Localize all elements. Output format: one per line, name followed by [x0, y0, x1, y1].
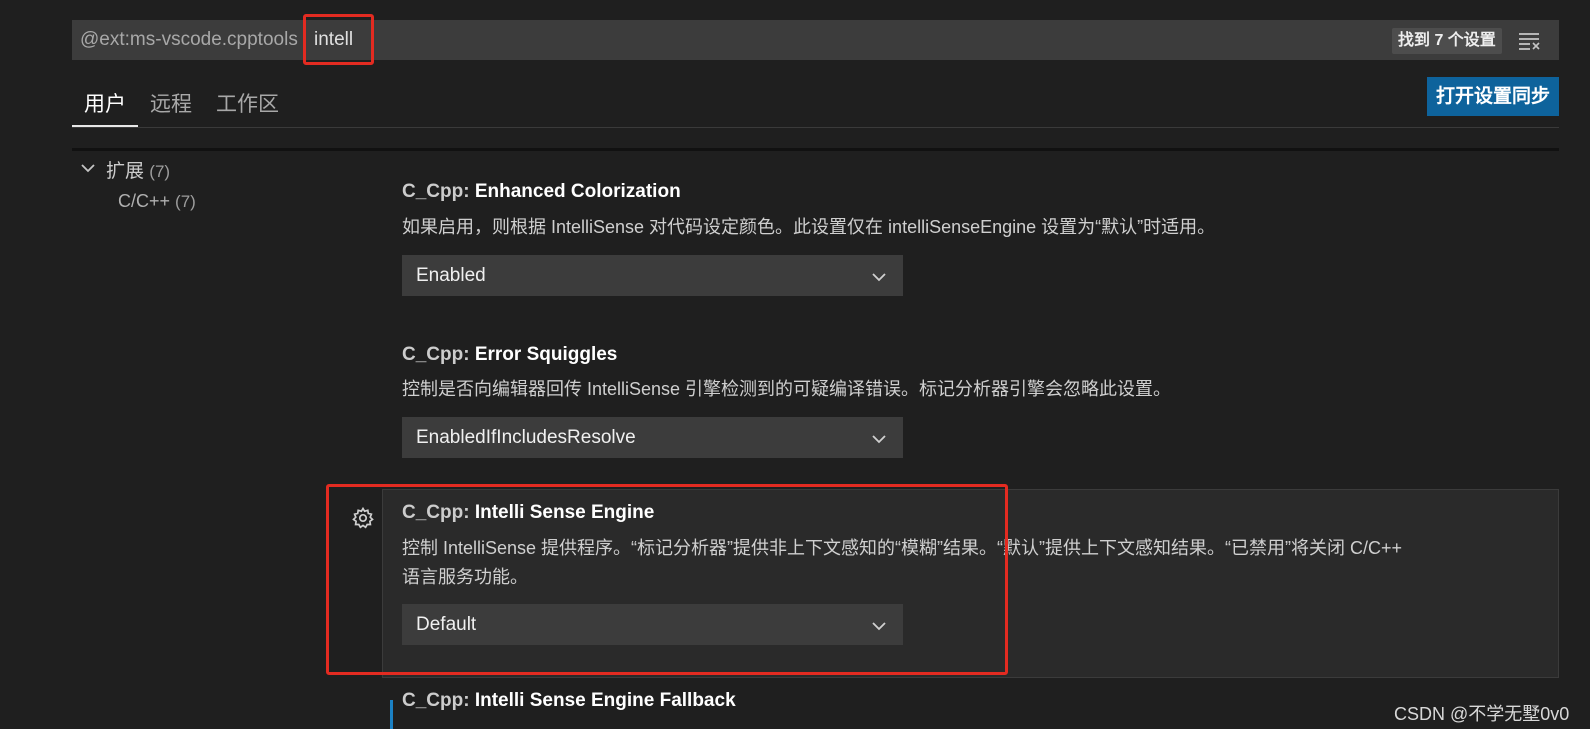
result-count-badge: 找到 7 个设置	[1392, 28, 1502, 54]
toc-group-label: 扩展	[106, 161, 145, 182]
content-divider	[72, 148, 1559, 151]
tab-workspace[interactable]: 工作区	[216, 88, 279, 118]
setting-category: C_Cpp:	[402, 344, 475, 365]
toc-item-count: (7)	[175, 192, 196, 211]
setting-name: Intelli Sense Engine Fallback	[474, 690, 736, 711]
filter-clear-icon[interactable]	[1517, 31, 1543, 51]
tabs-divider	[72, 127, 1559, 128]
toc-group-extensions[interactable]: 扩展 (7)	[106, 156, 170, 183]
chevron-down-icon	[872, 273, 886, 282]
setting-name: Error Squiggles	[474, 344, 618, 365]
toc-group-count: (7)	[149, 162, 171, 181]
setting-highlight-box	[326, 484, 1008, 675]
modified-indicator	[390, 700, 393, 729]
csdn-watermark: CSDN @不学无墅0v0	[1394, 704, 1570, 724]
error-squiggles-select[interactable]: EnabledIfIncludesResolve	[402, 417, 903, 458]
dropdown-value: EnabledIfIncludesResolve	[416, 427, 636, 448]
setting-description: 控制是否向编辑器回传 IntelliSense 引擎检测到的可疑编译错误。标记分…	[402, 379, 1172, 399]
dropdown-value: Enabled	[416, 265, 486, 286]
toc-item-label: C/C++	[118, 191, 171, 211]
setting-category: C_Cpp:	[402, 690, 475, 711]
setting-title-enhanced-colorization: C_Cpp: Enhanced Colorization	[402, 181, 681, 203]
enhanced-colorization-select[interactable]: Enabled	[402, 255, 903, 296]
tab-user[interactable]: 用户	[84, 88, 126, 118]
toc-item-c-cpp[interactable]: C/C++ (7)	[118, 191, 196, 212]
setting-name: Enhanced Colorization	[474, 181, 681, 202]
setting-title-intellisense-engine-fallback: C_Cpp: Intelli Sense Engine Fallback	[402, 690, 736, 712]
search-query-highlight	[303, 14, 374, 65]
setting-category: C_Cpp:	[402, 181, 475, 202]
open-settings-sync-button[interactable]: 打开设置同步	[1427, 77, 1559, 116]
chevron-down-icon[interactable]	[80, 160, 96, 176]
settings-search-input[interactable]: @ext:ms-vscode.cpptools	[72, 20, 1559, 60]
setting-title-error-squiggles: C_Cpp: Error Squiggles	[402, 344, 617, 366]
search-prefix: @ext:ms-vscode.cpptools	[80, 29, 298, 50]
setting-description: 如果启用，则根据 IntelliSense 对代码设定颜色。此设置仅在 inte…	[402, 217, 1216, 237]
chevron-down-icon	[872, 435, 886, 444]
tab-remote[interactable]: 远程	[150, 88, 192, 118]
